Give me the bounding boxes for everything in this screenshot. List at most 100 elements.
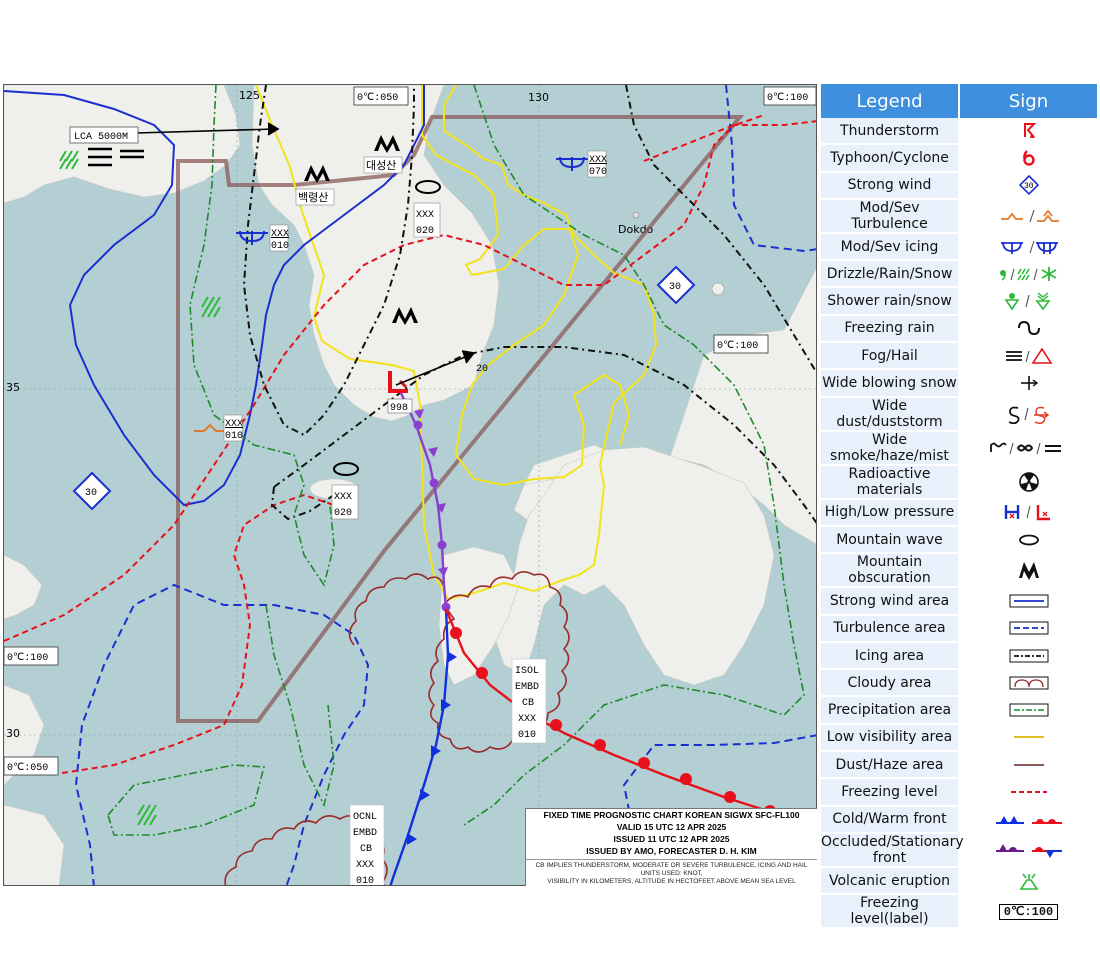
fzl-label-3: 0℃:100 [717, 341, 758, 352]
radioactive-icon [1018, 471, 1039, 492]
mountain-wave-tag-1-bottom: 020 [416, 226, 434, 237]
strong-wind-icon-value: 30 [1024, 182, 1034, 191]
cb-ocnl-line-2: EMBD [353, 828, 377, 839]
legend-row: Cold/Warm front [821, 805, 1097, 834]
legend-row: Fog/Hail [821, 342, 1097, 371]
note-visibility: VISIBILITY IN KILOMETERS, ALTITUDE IN HE… [547, 878, 796, 885]
legend-header-sign: Sign [959, 84, 1097, 118]
legend-label: Icing area [821, 641, 959, 671]
dust-icon [1008, 406, 1049, 424]
turbulence-tag-top: XXX [225, 419, 243, 430]
legend-row: Radioactive materials [821, 464, 1097, 500]
chart-title-box: FIXED TIME PROGNOSTIC CHART KOREAN SIGWX… [525, 808, 817, 886]
legend-label: Mountain obscuration [821, 553, 959, 589]
cb-isol-line-1: ISOL [515, 666, 539, 677]
cloudy-area-icon [1009, 676, 1048, 690]
cb-isol-line-2: EMBD [515, 682, 539, 693]
legend-row: Wide blowing snow [821, 369, 1097, 398]
lon-label-130: 130 [528, 91, 549, 104]
lca-label: LCA 5000M [74, 132, 128, 143]
legend-label: High/Low pressure [821, 498, 959, 527]
strong-wind-area-icon [1009, 594, 1048, 608]
fzl-label-4: 0℃:100 [7, 653, 48, 664]
thunderstorm-icon [1023, 122, 1036, 138]
legend-row: Wide dust/duststorm [821, 396, 1097, 432]
legend-label: Strong wind area [821, 587, 959, 616]
volcano-icon [1019, 873, 1038, 890]
daeseong-label: 대성산 [366, 159, 396, 172]
legend-label: Low visibility area [821, 723, 959, 753]
shower-icon [1004, 292, 1051, 311]
legend-label: Thunderstorm [821, 118, 959, 146]
baengnyeong-label: 백령산 [298, 191, 328, 204]
freezing-level-label-icon: 0℃:100 [998, 903, 1059, 920]
legend-label: Mountain wave [821, 525, 959, 555]
wind-arrow-value: 20 [476, 364, 488, 375]
land-ulleungdo [711, 282, 725, 296]
legend-row: Strong wind 30 [821, 171, 1097, 200]
chart-notes: CB IMPLIES THUNDERSTORM, MODERATE OR SEV… [526, 859, 817, 886]
legend-row: Turbulence area [821, 614, 1097, 643]
legend-label: Cloudy area [821, 669, 959, 698]
note-units: UNITS USED: KNOT, [640, 870, 703, 877]
turbulence-tag-bottom: 010 [225, 431, 243, 442]
legend-label: Wide blowing snow [821, 369, 959, 398]
low-pressure-value: 998 [390, 403, 408, 414]
legend-row: Freezing rain [821, 314, 1097, 344]
mountain-obscuration-icon [1018, 562, 1039, 581]
legend-label: Occluded/Stationary front [821, 832, 964, 868]
legend-label: Freezing level(label) [821, 894, 959, 930]
blowing-snow-icon [1020, 376, 1038, 391]
issued-time: ISSUED 11 UTC 12 APR 2025 [613, 834, 730, 844]
legend-label: Strong wind [821, 171, 959, 200]
legend-label: Cold/Warm front [821, 805, 959, 834]
legend-row: Mountain obscuration [821, 553, 1097, 589]
legend-label: Turbulence area [821, 614, 959, 643]
issued-by: ISSUED BY AMO, FORECASTER D. H. KIM [586, 846, 757, 856]
legend-label: Precipitation area [821, 696, 959, 725]
mountain-wave-tag-1-top: XXX [416, 210, 434, 221]
legend-label: Volcanic eruption [821, 866, 959, 896]
legend-row: Occluded/Stationary front [821, 832, 1097, 868]
valid-time: VALID 15 UTC 12 APR 2025 [616, 822, 727, 832]
legend-row: Volcanic eruption [821, 866, 1097, 896]
legend-row: Wide smoke/haze/mist [821, 430, 1097, 466]
icing-tag-west-top: XXX [271, 229, 289, 240]
legend-row: Mod/Sev Turbulence [821, 198, 1097, 234]
legend-label: Mod/Sev icing [821, 232, 959, 262]
legend-header: Legend Sign [821, 84, 1097, 118]
cb-isol-line-5: 010 [518, 730, 536, 741]
legend-row: Icing area [821, 641, 1097, 671]
cb-ocnl-line-4: XXX [356, 860, 374, 871]
smoke-haze-mist-icon [989, 442, 1061, 454]
mountain-wave-tag-2-top: XXX [334, 492, 352, 503]
cb-isol-line-4: XXX [518, 714, 536, 725]
legend-label: Mod/Sev Turbulence [821, 198, 959, 234]
land-dokdo [632, 211, 640, 219]
legend-row: Drizzle/Rain/Snow [821, 260, 1097, 289]
legend-row: Mod/Sev icing [821, 232, 1097, 262]
legend-row: Shower rain/snow [821, 287, 1097, 316]
dust-haze-area-icon [1013, 763, 1044, 766]
mountain-wave-tag-2-bottom: 020 [334, 508, 352, 519]
freezing-rain-icon [1017, 321, 1040, 336]
legend-row: Freezing level(label) 0℃:100 [821, 894, 1097, 930]
high-low-pressure-icon [1004, 505, 1050, 521]
icing-tag-east-bottom: 070 [589, 167, 607, 178]
icing-tag-west-bottom: 010 [271, 241, 289, 252]
legend-label: Freezing rain [821, 314, 959, 344]
legend-row: Cloudy area [821, 669, 1097, 698]
legend-row: Freezing level [821, 778, 1097, 807]
legend-row: Typhoon/Cyclone [821, 144, 1097, 173]
fog-hail-icon [1005, 347, 1052, 364]
precipitation-area-icon [1009, 703, 1048, 717]
legend-row: Strong wind area [821, 587, 1097, 616]
low-visibility-area-icon [1013, 736, 1044, 739]
freezing-level-icon [1010, 790, 1047, 793]
legend-table: Legend Sign Thunderstorm Typhoon/Cyclone… [821, 84, 1097, 930]
legend-label: Shower rain/snow [821, 287, 959, 316]
strong-wind-value-2: 30 [85, 488, 97, 499]
cb-ocnl-line-1: OCNL [353, 812, 377, 823]
lat-label-30: 30 [6, 727, 20, 740]
cb-ocnl-line-3: CB [360, 844, 372, 855]
